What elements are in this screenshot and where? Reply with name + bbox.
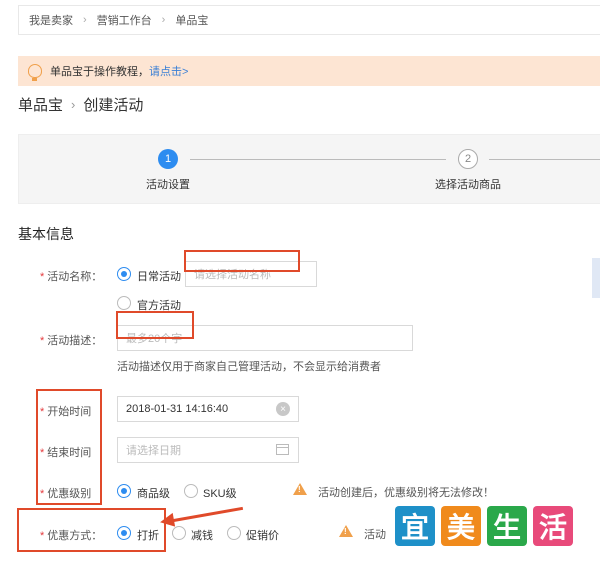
annotation-box-discount-type — [17, 508, 166, 552]
radio-reduce-price-label[interactable]: 减钱 — [191, 527, 213, 543]
step-indicator: 1 2 活动设置 选择活动商品 — [18, 134, 600, 204]
lightbulb-icon — [28, 64, 42, 81]
warning-icon — [293, 483, 307, 495]
step-2-circle: 2 — [458, 149, 478, 169]
section-title-basic-info: 基本信息 — [18, 226, 74, 242]
activity-desc-label: * 活动描述： — [40, 335, 103, 347]
discount-type-warning: 活动 — [364, 529, 386, 541]
page-title: 单品宝 › 创建活动 — [18, 94, 143, 115]
page-title-parent[interactable]: 单品宝 — [18, 94, 63, 115]
close-icon[interactable]: × — [276, 402, 290, 416]
tip-text: 单品宝于操作教程， — [50, 66, 149, 78]
breadcrumb-item-seller[interactable]: 我是卖家 — [29, 12, 73, 28]
breadcrumb-item-marketing[interactable]: 营销工作台 — [97, 12, 152, 28]
radio-daily-activity-label[interactable]: 日常活动 — [137, 268, 181, 284]
radio-product-level[interactable] — [117, 484, 131, 498]
watermark-logo: 宜 美 生 活 — [395, 506, 573, 546]
radio-reduce-price[interactable] — [172, 526, 186, 540]
chevron-right-icon: › — [83, 14, 87, 26]
warning-icon — [339, 525, 353, 537]
radio-official-activity[interactable] — [117, 296, 131, 310]
activity-desc-hint: 活动描述仅用于商家自己管理活动，不会显示给消费者 — [117, 361, 381, 373]
annotation-box-labels — [36, 389, 102, 505]
watermark-char: 活 — [533, 506, 573, 546]
start-time-input[interactable]: 2018-01-31 14:16:40 — [117, 396, 299, 422]
required-mark: * — [40, 335, 45, 347]
chevron-right-icon: › — [161, 14, 166, 26]
activity-name-label: * 活动名称： — [40, 271, 103, 283]
radio-promo-price-label[interactable]: 促销价 — [246, 527, 279, 543]
page-title-current: 创建活动 — [83, 97, 144, 114]
annotation-box-desc — [116, 311, 194, 339]
watermark-char: 美 — [441, 506, 481, 546]
radio-daily-activity[interactable] — [117, 267, 131, 281]
radio-sku-level-label[interactable]: SKU级 — [203, 485, 237, 501]
annotation-box-name — [184, 250, 300, 272]
step-connector — [489, 159, 600, 160]
required-mark: * — [40, 271, 45, 283]
radio-sku-level[interactable] — [184, 484, 198, 498]
annotation-arrow — [167, 506, 244, 523]
step-1-label: 活动设置 — [146, 179, 190, 191]
watermark-char: 生 — [487, 506, 527, 546]
tutorial-link[interactable]: 请点击> — [149, 63, 188, 79]
step-2-label: 选择活动商品 — [435, 179, 501, 191]
calendar-icon[interactable] — [276, 444, 289, 455]
radio-promo-price[interactable] — [227, 526, 241, 540]
watermark-char: 宜 — [395, 506, 435, 546]
discount-level-warning: 活动创建后，优惠级别将无法修改！ — [318, 487, 494, 499]
annotation-arrow-head — [158, 512, 176, 530]
tutorial-tip-banner: 单品宝于操作教程， 请点击> — [18, 56, 600, 86]
step-1-circle: 1 — [158, 149, 178, 169]
scrollbar[interactable] — [592, 258, 600, 298]
radio-product-level-label[interactable]: 商品级 — [137, 485, 170, 501]
end-time-input[interactable]: 请选择日期 — [117, 437, 299, 463]
chevron-right-icon: › — [71, 97, 76, 112]
step-connector — [190, 159, 446, 160]
breadcrumb-item-current: 单品宝 — [175, 15, 209, 27]
breadcrumb: 我是卖家 › 营销工作台 › 单品宝 — [18, 5, 600, 35]
